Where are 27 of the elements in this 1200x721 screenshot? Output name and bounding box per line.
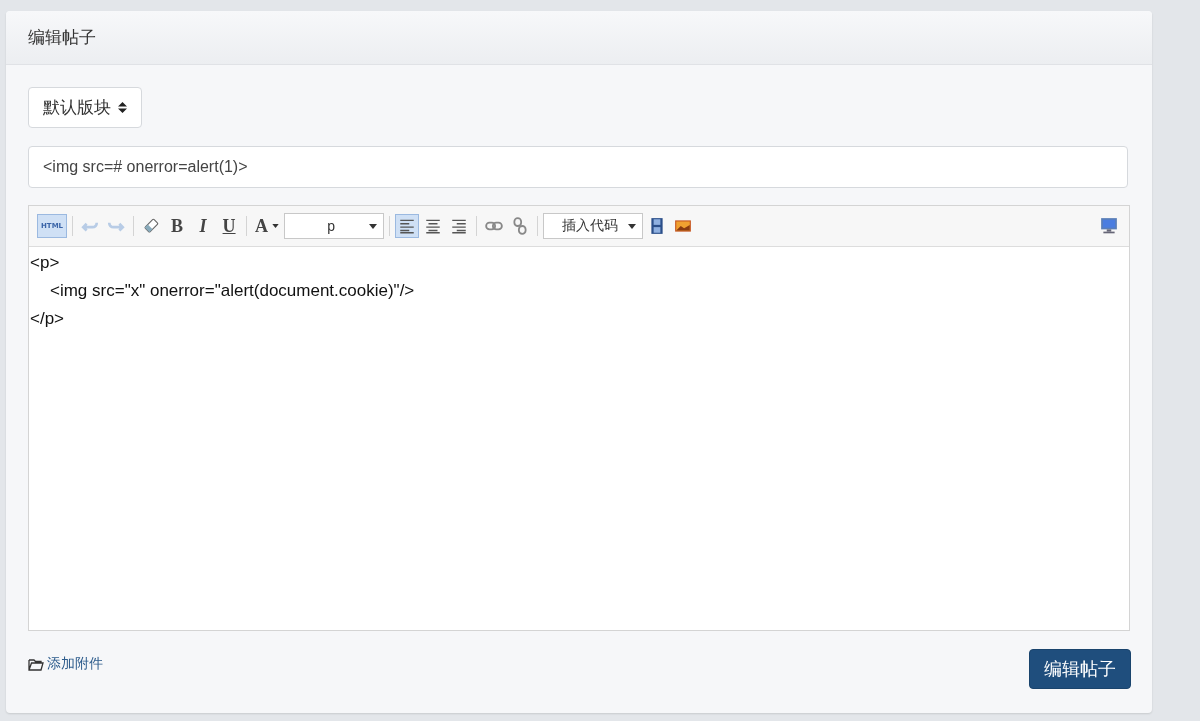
editor-area[interactable]: <p> <img src="x" onerror="alert(document.cookie)"/> </p> [29,247,1129,630]
monitor-icon [1100,217,1118,235]
code-line: </p> [30,308,65,330]
underline-button[interactable]: U [217,214,242,238]
caret-icon [272,224,280,228]
align-left-button[interactable] [395,214,420,238]
font-color-button[interactable]: A [252,214,283,238]
folder-icon [28,657,44,671]
italic-button[interactable]: I [191,214,216,238]
panel-title: 编辑帖子 [28,27,96,49]
caret-icon [369,223,378,229]
align-left-icon [398,217,417,235]
bold-button[interactable]: B [165,214,190,238]
code-line: <p> [30,252,60,274]
align-right-icon [450,217,469,235]
submit-button[interactable]: 编辑帖子 [1029,649,1131,689]
sort-caret-icon [118,101,127,114]
format-dropdown[interactable]: p [284,213,385,239]
board-dropdown[interactable]: 默认版块 [28,87,142,128]
title-field[interactable]: <img src=# onerror=alert(1)> [28,146,1128,188]
add-attachment-link[interactable]: 添加附件 [28,655,103,673]
picture-icon [674,217,693,235]
code-line: <img src="x" onerror="alert(document.cookie)"/> [49,280,415,302]
caret-icon [628,223,637,229]
format-dropdown[interactable]: 插入代码 [543,213,644,239]
unlink-icon [511,217,530,235]
align-center-icon [424,217,443,235]
